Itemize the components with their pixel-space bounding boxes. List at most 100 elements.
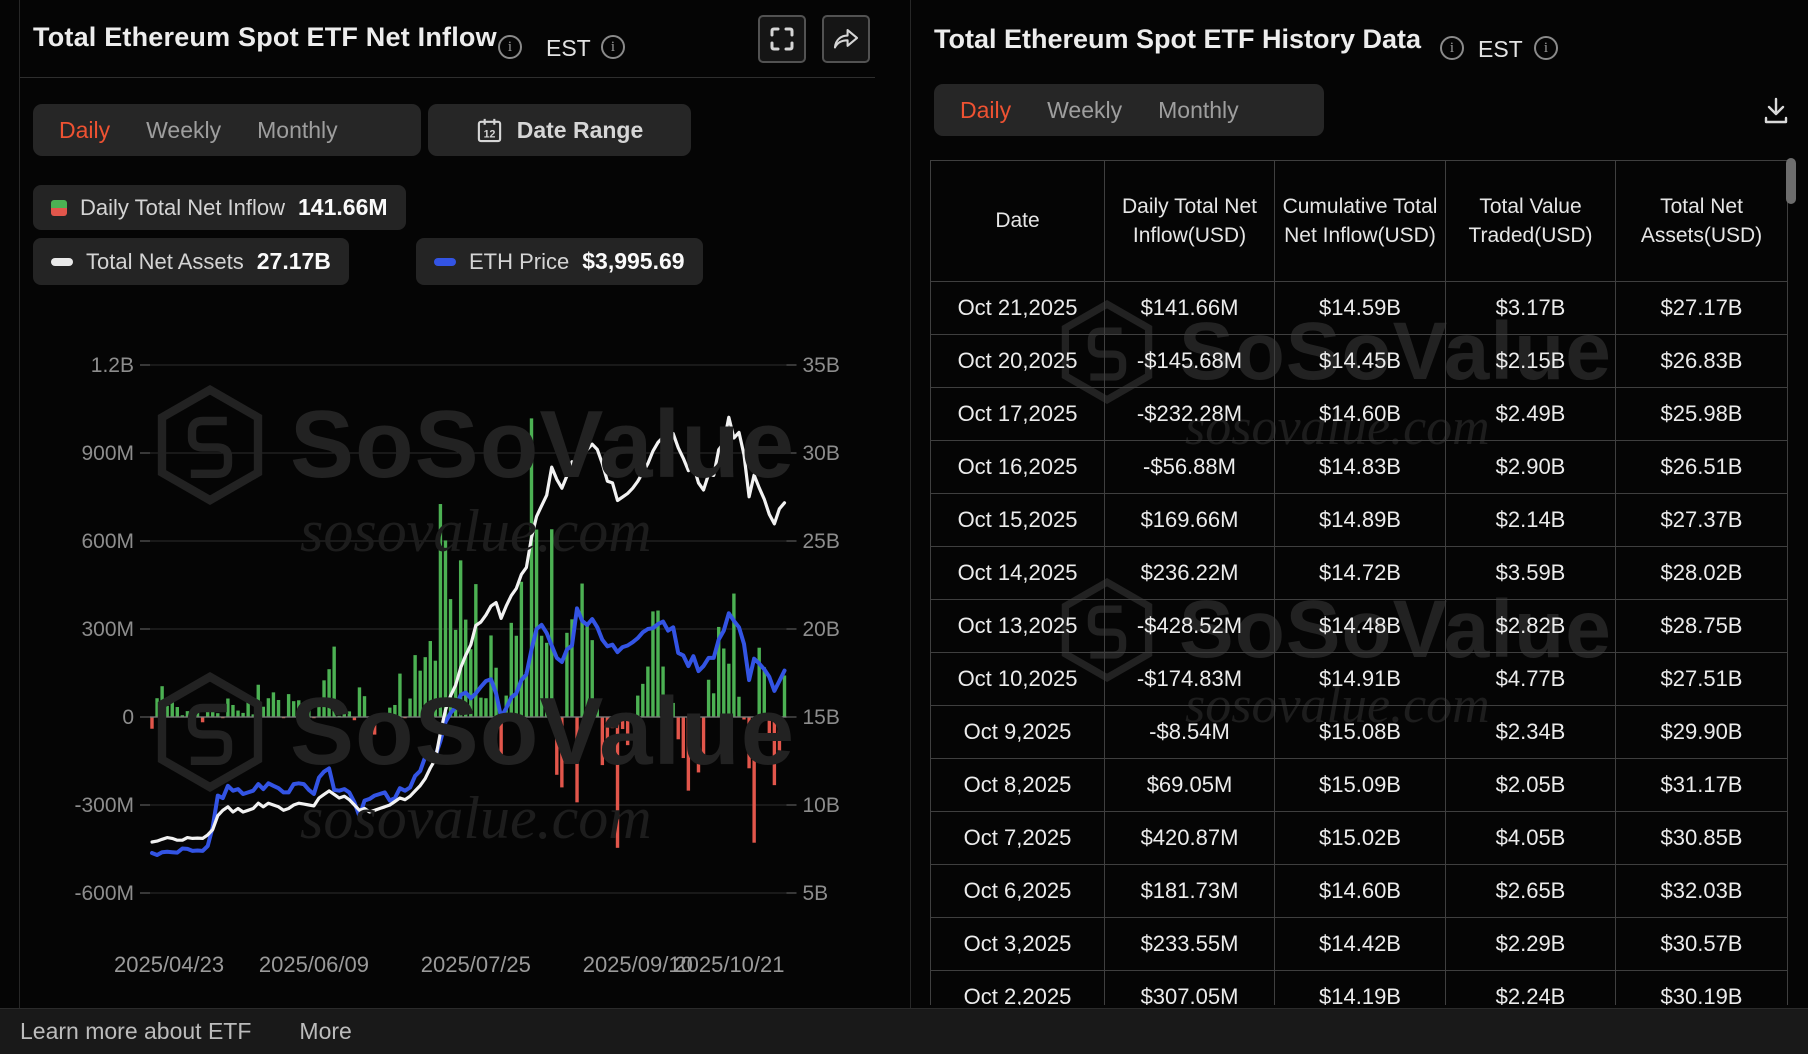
svg-text:15B: 15B <box>803 706 840 729</box>
daily-inflow-cell: -$145.68M <box>1104 334 1275 388</box>
date-cell: Oct 13,2025 <box>930 599 1105 653</box>
col-cumulative-inflow: Cumulative Total Net Inflow(USD) <box>1274 160 1446 282</box>
table-row: Oct 6,2025 $181.73M $14.60B $2.65B $32.03B <box>930 864 1788 918</box>
assets-cell: $25.98B <box>1615 387 1788 441</box>
date-cell: Oct 17,2025 <box>930 387 1105 441</box>
tab-weekly[interactable]: Weekly <box>146 117 221 144</box>
legend-inflow-value: 141.66M <box>298 194 388 220</box>
share-button[interactable] <box>822 15 870 63</box>
legend-item-eth[interactable]: ETH Price $3,995.69 <box>416 238 703 285</box>
table-row: Oct 2,2025 $307.05M $14.19B $2.24B $30.19B <box>930 970 1788 1005</box>
history-table-body: Oct 21,2025 $141.66M $14.59B $3.17B $27.17B O… <box>930 281 1788 1005</box>
date-cell: Oct 16,2025 <box>930 440 1105 494</box>
assets-cell: $30.19B <box>1615 970 1788 1005</box>
table-row: Oct 14,2025 $236.22M $14.72B $3.59B $28.02B <box>930 546 1788 600</box>
svg-text:300M: 300M <box>81 618 134 641</box>
share-icon <box>833 28 859 48</box>
table-row: Oct 15,2025 $169.66M $14.89B $2.14B $27.37B <box>930 493 1788 547</box>
history-table-container: Date Daily Total Net Inflow(USD) Cumulat… <box>930 160 1790 1005</box>
col-net-assets: Total Net Assets(USD) <box>1615 160 1788 282</box>
assets-cell: $27.51B <box>1615 652 1788 706</box>
tab-daily[interactable]: Daily <box>59 117 110 144</box>
cumulative-cell: $15.09B <box>1274 758 1446 812</box>
download-button[interactable] <box>1758 92 1794 128</box>
more-link[interactable]: More <box>299 1018 351 1045</box>
header-divider <box>20 77 875 78</box>
assets-cell: $27.17B <box>1615 281 1788 335</box>
table-row: Oct 9,2025 -$8.54M $15.08B $2.34B $29.90B <box>930 705 1788 759</box>
date-cell: Oct 8,2025 <box>930 758 1105 812</box>
history-tab-weekly[interactable]: Weekly <box>1047 97 1122 124</box>
fullscreen-icon <box>770 27 794 51</box>
svg-text:2025/06/09: 2025/06/09 <box>259 952 369 977</box>
cumulative-cell: $14.91B <box>1274 652 1446 706</box>
legend-assets-label: Total Net Assets <box>86 248 244 274</box>
svg-text:2025/10/21: 2025/10/21 <box>674 952 784 977</box>
traded-cell: $2.65B <box>1445 864 1616 918</box>
traded-cell: $2.82B <box>1445 599 1616 653</box>
fullscreen-button[interactable] <box>758 15 806 63</box>
daily-inflow-cell: $420.87M <box>1104 811 1275 865</box>
learn-more-link[interactable]: Learn more about ETF <box>20 1018 251 1045</box>
svg-text:30B: 30B <box>803 442 840 465</box>
cumulative-cell: $15.08B <box>1274 705 1446 759</box>
daily-inflow-cell: $236.22M <box>1104 546 1275 600</box>
date-range-label: Date Range <box>516 116 644 143</box>
date-cell: Oct 10,2025 <box>930 652 1105 706</box>
cumulative-cell: $14.45B <box>1274 334 1446 388</box>
legend-eth-label: ETH Price <box>469 248 570 274</box>
history-title: Total Ethereum Spot ETF History Data <box>934 24 1422 54</box>
assets-cell: $26.83B <box>1615 334 1788 388</box>
legend-assets-value: 27.17B <box>256 248 331 274</box>
traded-cell: $4.05B <box>1445 811 1616 865</box>
legend-item-assets[interactable]: Total Net Assets 27.17B <box>33 238 349 285</box>
inflow-chart[interactable]: 1.2B 35B 900M 30B 600M 25B 300M 20B 0 15B -300M 10B… <box>20 300 908 1000</box>
date-cell: Oct 14,2025 <box>930 546 1105 600</box>
traded-cell: $2.05B <box>1445 758 1616 812</box>
svg-text:900M: 900M <box>81 442 134 465</box>
date-cell: Oct 3,2025 <box>930 917 1105 971</box>
daily-inflow-cell: -$428.52M <box>1104 599 1275 653</box>
table-row: Oct 13,2025 -$428.52M $14.48B $2.82B $28.75B <box>930 599 1788 653</box>
history-tab-group: Daily Weekly Monthly <box>934 84 1324 136</box>
assets-cell: $31.17B <box>1615 758 1788 812</box>
table-row: Oct 7,2025 $420.87M $15.02B $4.05B $30.85B <box>930 811 1788 865</box>
table-scrollbar[interactable] <box>1786 158 1796 204</box>
eth-legend-icon <box>434 257 456 266</box>
assets-cell: $30.57B <box>1615 917 1788 971</box>
legend-item-inflow[interactable]: Daily Total Net Inflow 141.66M <box>33 185 406 230</box>
date-cell: Oct 21,2025 <box>930 281 1105 335</box>
col-value-traded: Total Value Traded(USD) <box>1445 160 1616 282</box>
history-timezone-info-icon[interactable]: i <box>1534 36 1558 60</box>
daily-inflow-cell: $69.05M <box>1104 758 1275 812</box>
assets-cell: $29.90B <box>1615 705 1788 759</box>
history-tab-daily[interactable]: Daily <box>960 97 1011 124</box>
traded-cell: $2.34B <box>1445 705 1616 759</box>
cumulative-cell: $14.89B <box>1274 493 1446 547</box>
table-row: Oct 21,2025 $141.66M $14.59B $3.17B $27.17B <box>930 281 1788 335</box>
cumulative-cell: $14.19B <box>1274 970 1446 1005</box>
traded-cell: $3.59B <box>1445 546 1616 600</box>
svg-text:2025/07/25: 2025/07/25 <box>421 952 531 977</box>
table-row: Oct 8,2025 $69.05M $15.09B $2.05B $31.17B <box>930 758 1788 812</box>
history-tab-monthly[interactable]: Monthly <box>1158 97 1239 124</box>
history-title-info-icon[interactable]: i <box>1440 36 1464 60</box>
footer-bar: Learn more about ETF More <box>0 1008 1808 1054</box>
daily-inflow-cell: $169.66M <box>1104 493 1275 547</box>
daily-inflow-cell: -$56.88M <box>1104 440 1275 494</box>
cumulative-cell: $14.59B <box>1274 281 1446 335</box>
svg-text:10B: 10B <box>803 794 840 817</box>
cumulative-cell: $14.60B <box>1274 864 1446 918</box>
timezone-label: EST <box>546 35 591 61</box>
table-row: Oct 17,2025 -$232.28M $14.60B $2.49B $25.98B <box>930 387 1788 441</box>
table-row: Oct 10,2025 -$174.83M $14.91B $4.77B $27.51B <box>930 652 1788 706</box>
title-info-icon[interactable]: i <box>498 35 522 59</box>
history-timezone-label: EST <box>1478 36 1523 62</box>
timezone-info-icon[interactable]: i <box>601 35 625 59</box>
tab-monthly[interactable]: Monthly <box>257 117 338 144</box>
table-header-row: Date Daily Total Net Inflow(USD) Cumulat… <box>930 160 1788 282</box>
svg-text:600M: 600M <box>81 530 134 553</box>
date-range-button[interactable]: 12 Date Range <box>428 104 691 156</box>
cumulative-cell: $14.48B <box>1274 599 1446 653</box>
svg-text:35B: 35B <box>803 354 840 377</box>
